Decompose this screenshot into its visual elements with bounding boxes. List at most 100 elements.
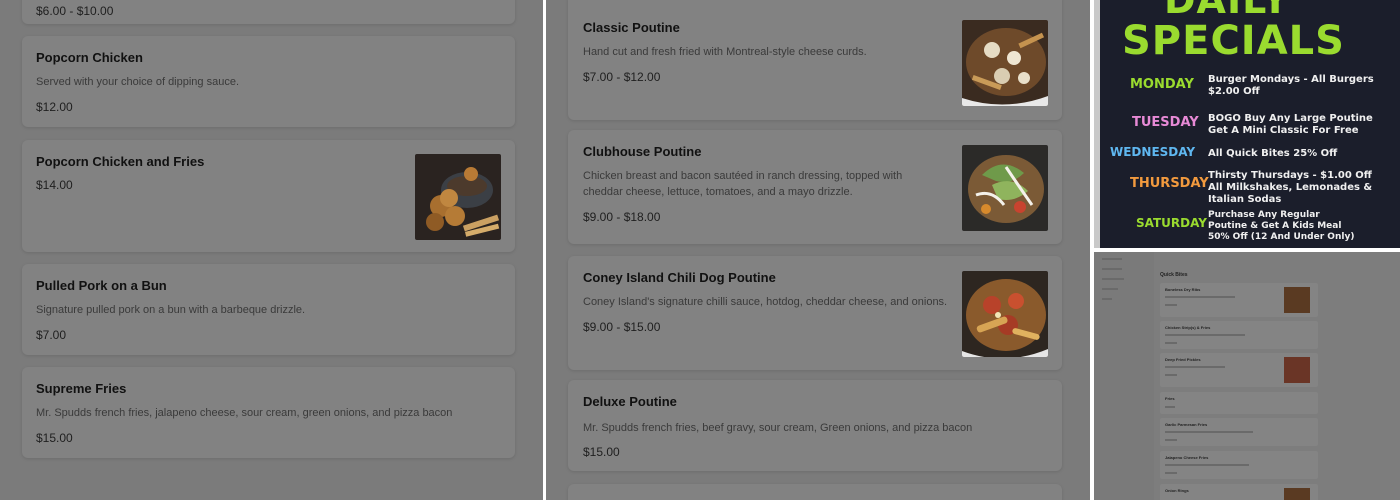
poster-title-line-2: SPECIALS [1122,18,1345,64]
mini-card-price [1165,472,1177,474]
mini-nav-item[interactable] [1102,258,1122,260]
special-deal: Burger Mondays - All Burgers $2.00 Off [1208,74,1374,98]
item-description: Served with your choice of dipping sauce… [36,76,240,88]
item-title: Clubhouse Poutine [583,144,702,159]
mini-card-desc [1165,464,1249,466]
item-price: $6.00 - $10.00 [36,4,114,18]
mini-nav-item[interactable] [1102,268,1122,270]
special-deal-line: Italian Sodas [1208,194,1282,205]
menu-item-card[interactable] [568,484,1062,500]
special-deal: Purchase Any Regular Poutine & Get A Kid… [1208,210,1354,243]
daily-specials-poster: DAILY SPECIALS MONDAY Burger Mondays - A… [1094,0,1400,248]
special-deal-line: Thirsty Thursdays - $1.00 Off [1208,170,1372,181]
mini-nav-item[interactable] [1102,298,1112,300]
item-price: $9.00 - $18.00 [583,210,661,224]
special-deal-line: Get A Mini Classic For Free [1208,125,1359,136]
popcorn-chicken-photo [415,154,501,240]
menu-item-card[interactable]: Coney Island Chili Dog Poutine Coney Isl… [568,256,1062,370]
mini-menu-card[interactable]: Onion Rings [1160,484,1318,500]
item-description: Signature pulled pork on a bun with a ba… [36,304,306,316]
mini-card-desc [1165,431,1253,433]
special-day: SATURDAY [1136,216,1207,230]
mini-card-desc [1165,296,1235,298]
item-description: Mr. Spudds french fries, beef gravy, sou… [583,422,973,434]
item-title: Supreme Fries [36,381,127,396]
item-description-line-2: cheddar cheese, lettuce, tomatoes, and a… [583,186,853,198]
item-description: Coney Island's signature chilli sauce, h… [583,296,948,308]
menu-item-card[interactable]: Deluxe Poutine Mr. Spudds french fries, … [568,380,1062,471]
mini-nav-item[interactable] [1102,278,1124,280]
mini-card-title: Jalapeno Cheese Fries [1165,455,1209,460]
menu-item-card[interactable]: Popcorn Chicken Served with your choice … [22,36,515,127]
menu-item-card[interactable]: Classic Poutine Hand cut and fresh fried… [568,0,1062,120]
mini-sidebar [1094,252,1154,500]
item-title: Coney Island Chili Dog Poutine [583,270,776,285]
special-deal-line: Poutine & Get A Kids Meal [1208,221,1342,231]
mini-card-price [1165,304,1177,306]
menu-item-card[interactable]: Supreme Fries Mr. Spudds french fries, j… [22,367,515,458]
item-description: Mr. Spudds french fries, jalapeno cheese… [36,407,453,419]
mini-menu-screenshot: Quick Bites Boneless Dry Ribs Chicken St… [1094,252,1400,500]
menu-panel-middle: Classic Poutine Hand cut and fresh fried… [546,0,1090,500]
mini-card-price [1165,439,1177,441]
menu-item-card[interactable]: Clubhouse Poutine Chicken breast and bac… [568,130,1062,244]
mini-menu-card[interactable]: Deep Fried Pickles [1160,353,1318,387]
mini-section-title: Quick Bites [1160,272,1188,278]
mini-card-title: Fries [1165,396,1175,401]
mini-card-desc [1165,334,1245,336]
chili-dog-poutine-photo [962,271,1048,357]
mini-card-photo [1284,357,1310,383]
mini-menu-card[interactable]: Jalapeno Cheese Fries [1160,451,1318,479]
mini-card-photo [1284,488,1310,500]
menu-panel-left: $6.00 - $10.00 Popcorn Chicken Served wi… [0,0,543,500]
item-price: $15.00 [583,445,620,459]
special-day: TUESDAY [1132,115,1199,130]
item-title: Popcorn Chicken [36,50,143,65]
mini-card-desc [1165,366,1225,368]
mini-card-title: Onion Rings [1165,488,1189,493]
special-deal: All Quick Bites 25% Off [1208,148,1337,160]
item-price: $7.00 - $12.00 [583,70,661,84]
mini-card-price [1165,374,1177,376]
mini-card-title: Garlic Parmesan Fries [1165,422,1208,427]
item-price: $7.00 [36,328,67,342]
mini-card-title: Boneless Dry Ribs [1165,287,1201,292]
menu-item-card[interactable]: $6.00 - $10.00 [22,0,515,24]
mini-card-title: Deep Fried Pickles [1165,357,1201,362]
item-price: $14.00 [36,178,73,192]
mini-menu-card[interactable]: Chicken Strip(s) & Fries [1160,321,1318,349]
mini-menu-card[interactable]: Fries [1160,392,1318,414]
menu-item-card[interactable]: Popcorn Chicken and Fries $14.00 [22,140,515,252]
item-title: Classic Poutine [583,20,680,35]
special-deal-line: Burger Mondays - All Burgers [1208,74,1374,85]
item-title: Pulled Pork on a Bun [36,278,167,293]
item-price: $9.00 - $15.00 [583,320,661,334]
special-day: THURSDAY [1130,176,1209,191]
special-deal-line: All Milkshakes, Lemonades & [1208,182,1373,193]
mini-menu-card[interactable]: Boneless Dry Ribs [1160,283,1318,317]
item-price: $15.00 [36,431,73,445]
special-deal: BOGO Buy Any Large Poutine Get A Mini Cl… [1208,113,1373,137]
clubhouse-poutine-photo [962,145,1048,231]
item-title: Popcorn Chicken and Fries [36,154,205,169]
mini-menu-card[interactable]: Garlic Parmesan Fries [1160,418,1318,446]
item-description-line-1: Chicken breast and bacon sautéed in ranc… [583,170,903,182]
screenshot-collage: $6.00 - $10.00 Popcorn Chicken Served wi… [0,0,1400,500]
special-deal: Thirsty Thursdays - $1.00 Off All Milksh… [1208,170,1372,206]
mini-card-price [1165,406,1175,408]
classic-poutine-photo [962,20,1048,106]
poster-edge [1094,0,1100,248]
menu-item-card[interactable]: Pulled Pork on a Bun Signature pulled po… [22,264,515,355]
mini-nav-item[interactable] [1102,288,1118,290]
special-day: WEDNESDAY [1110,145,1196,159]
special-deal-line: Purchase Any Regular [1208,210,1320,220]
special-day: MONDAY [1130,77,1194,92]
item-description: Hand cut and fresh fried with Montreal-s… [583,46,867,58]
special-deal-line: $2.00 Off [1208,86,1260,97]
special-deal-line: 50% Off (12 And Under Only) [1208,232,1355,242]
special-deal-line: BOGO Buy Any Large Poutine [1208,113,1373,124]
item-title: Deluxe Poutine [583,394,677,409]
mini-card-title: Chicken Strip(s) & Fries [1165,325,1211,330]
mini-card-price [1165,342,1177,344]
special-deal-line: All Quick Bites 25% Off [1208,148,1338,159]
